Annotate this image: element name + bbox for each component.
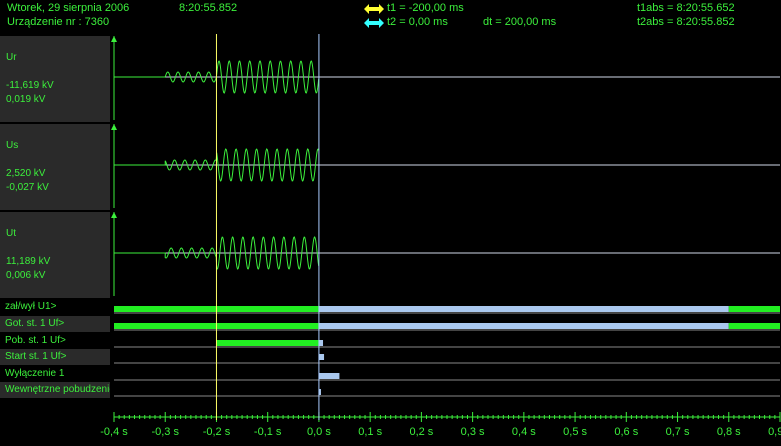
axis-tick-label: 0,1 s bbox=[358, 426, 382, 438]
axis-tick-label: 0,2 s bbox=[409, 426, 433, 438]
axis-tick-label: -0,4 s bbox=[100, 426, 128, 438]
axis-tick-label: 0,7 s bbox=[666, 426, 690, 438]
oscillogram-plot[interactable]: -0,4 s -0,3 s -0,2 s -0,1 s 0,0 s 0,1 s 0,2 s 0… bbox=[0, 0, 781, 446]
digital-bar-4 bbox=[318, 373, 340, 379]
digital-bar-0b bbox=[318, 306, 729, 312]
digital-bar-1c bbox=[728, 323, 780, 329]
axis-tick-label: -0,1 s bbox=[254, 426, 282, 438]
digital-bar-0c bbox=[728, 306, 780, 312]
axis-tick-label: -0,3 s bbox=[151, 426, 179, 438]
digital-bar-2 bbox=[216, 340, 319, 346]
axis-tick-label: 0,0 s bbox=[307, 426, 331, 438]
axis-tick-label: 0,9 s bbox=[768, 426, 781, 438]
digital-bar-2b bbox=[318, 340, 324, 346]
axis-tick-label: 0,5 s bbox=[563, 426, 587, 438]
axis-tick-label: 0,4 s bbox=[512, 426, 536, 438]
axis-tick-label: -0,2 s bbox=[203, 426, 231, 438]
axis-tick-label: 0,6 s bbox=[614, 426, 638, 438]
digital-bar-1b bbox=[318, 323, 729, 329]
axis-tick-label: 0,3 s bbox=[461, 426, 485, 438]
axis-tick-label: 0,8 s bbox=[717, 426, 741, 438]
digital-bar-3 bbox=[318, 354, 325, 360]
